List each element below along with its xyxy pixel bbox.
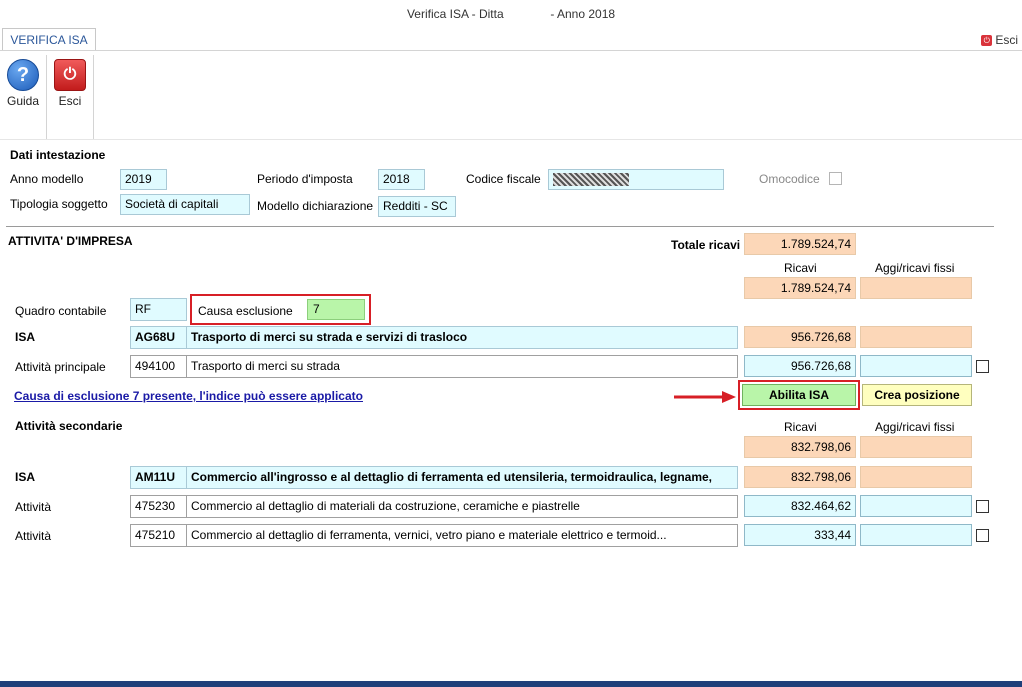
tipologia-label: Tipologia soggetto: [10, 197, 108, 211]
attivita-description-field[interactable]: Commercio al dettaglio di ferramenta, ve…: [186, 524, 738, 547]
attivita-ricavi-field[interactable]: 333,44: [744, 524, 856, 546]
attivita-aggi-field[interactable]: [860, 495, 972, 517]
arrow-right-icon: [674, 391, 736, 403]
col-ricavi-header: Ricavi: [784, 261, 817, 275]
top-exit-button[interactable]: ⏻ Esci: [981, 33, 1018, 47]
impresa-title: ATTIVITA' D'IMPRESA: [8, 234, 133, 248]
top-exit-label: Esci: [995, 33, 1018, 47]
intestazione-title: Dati intestazione: [10, 148, 106, 162]
secondarie-title: Attività secondarie: [15, 419, 123, 433]
sec-col-ricavi-header: Ricavi: [784, 420, 817, 434]
attivita-checkbox[interactable]: [976, 500, 989, 513]
power-icon: ⏻: [981, 34, 993, 46]
quadro-label: Quadro contabile: [15, 304, 107, 318]
sec-isa-code-field[interactable]: AM11U: [130, 466, 188, 489]
tab-verifica-isa[interactable]: VERIFICA ISA: [2, 28, 96, 51]
principale-label: Attività principale: [15, 360, 106, 374]
abilita-isa-button[interactable]: Abilita ISA: [742, 384, 856, 406]
principale-checkbox[interactable]: [976, 360, 989, 373]
sec-isa-aggi-field: [860, 466, 972, 488]
quadro-field[interactable]: RF: [130, 298, 187, 321]
causa-field[interactable]: 7: [307, 299, 365, 320]
codice-fiscale-label: Codice fiscale: [466, 172, 541, 186]
periodo-label: Periodo d'imposta: [257, 172, 353, 186]
tipologia-field[interactable]: Società di capitali: [120, 194, 250, 215]
ricavi-total-field: 1.789.524,74: [744, 277, 856, 299]
power-icon: ⏻: [54, 59, 86, 91]
totale-ricavi-label: Totale ricavi: [671, 238, 741, 252]
principale-description-field[interactable]: Trasporto di merci su strada: [186, 355, 738, 378]
periodo-field[interactable]: 2018: [378, 169, 425, 190]
exit-button[interactable]: ⏻ Esci: [48, 59, 92, 108]
causa-label: Causa esclusione: [198, 304, 293, 318]
attivita-code-field[interactable]: 475210: [130, 524, 188, 547]
attivita-label: Attività: [15, 500, 52, 514]
modello-field[interactable]: Redditi - SC: [378, 196, 456, 217]
anno-modello-field[interactable]: 2019: [120, 169, 167, 190]
status-bar: [0, 681, 1022, 687]
sec-isa-label: ISA: [15, 470, 36, 484]
help-icon: ?: [7, 59, 39, 91]
isa-code-field[interactable]: AG68U: [130, 326, 188, 349]
principale-ricavi-field[interactable]: 956.726,68: [744, 355, 856, 377]
attivita-label: Attività: [15, 529, 52, 543]
anno-modello-label: Anno modello: [10, 172, 84, 186]
isa-label: ISA: [15, 330, 36, 344]
sec-ricavi-total-field: 832.798,06: [744, 436, 856, 458]
exit-label: Esci: [58, 94, 82, 108]
attivita-code-field[interactable]: 475230: [130, 495, 188, 518]
isa-aggi-field: [860, 326, 972, 348]
isa-description-field[interactable]: Trasporto di merci su strada e servizi d…: [186, 326, 738, 349]
section-divider: [6, 226, 994, 227]
ribbon-separator: [93, 55, 94, 139]
redacted-value: [553, 173, 629, 186]
sec-aggi-total-field: [860, 436, 972, 458]
attivita-description-field[interactable]: Commercio al dettaglio di materiali da c…: [186, 495, 738, 518]
ribbon: [0, 51, 1022, 139]
window-title: Verifica ISA - Ditta - Anno 2018: [406, 7, 616, 21]
sec-col-aggi-header: Aggi/ricavi fissi: [875, 420, 955, 434]
principale-aggi-field[interactable]: [860, 355, 972, 377]
aggi-total-field: [860, 277, 972, 299]
ribbon-separator: [46, 55, 47, 139]
omocodice-label: Omocodice: [759, 172, 820, 186]
attivita-checkbox[interactable]: [976, 529, 989, 542]
modello-label: Modello dichiarazione: [257, 199, 374, 213]
attivita-ricavi-field[interactable]: 832.464,62: [744, 495, 856, 517]
help-button[interactable]: ? Guida: [1, 59, 45, 108]
ribbon-bottom-border: [0, 139, 1022, 140]
crea-posizione-button[interactable]: Crea posizione: [862, 384, 972, 406]
totale-ricavi-field: 1.789.524,74: [744, 233, 856, 255]
sec-isa-ricavi-field: 832.798,06: [744, 466, 856, 488]
esclusione-link[interactable]: Causa di esclusione 7 presente, l'indice…: [14, 389, 363, 403]
principale-code-field[interactable]: 494100: [130, 355, 188, 378]
col-aggi-header: Aggi/ricavi fissi: [875, 261, 955, 275]
isa-ricavi-field: 956.726,68: [744, 326, 856, 348]
help-label: Guida: [6, 94, 40, 108]
attivita-aggi-field[interactable]: [860, 524, 972, 546]
sec-isa-description-field[interactable]: Commercio all'ingrosso e al dettaglio di…: [186, 466, 738, 489]
codice-fiscale-field[interactable]: [548, 169, 724, 190]
omocodice-checkbox[interactable]: [829, 172, 842, 185]
